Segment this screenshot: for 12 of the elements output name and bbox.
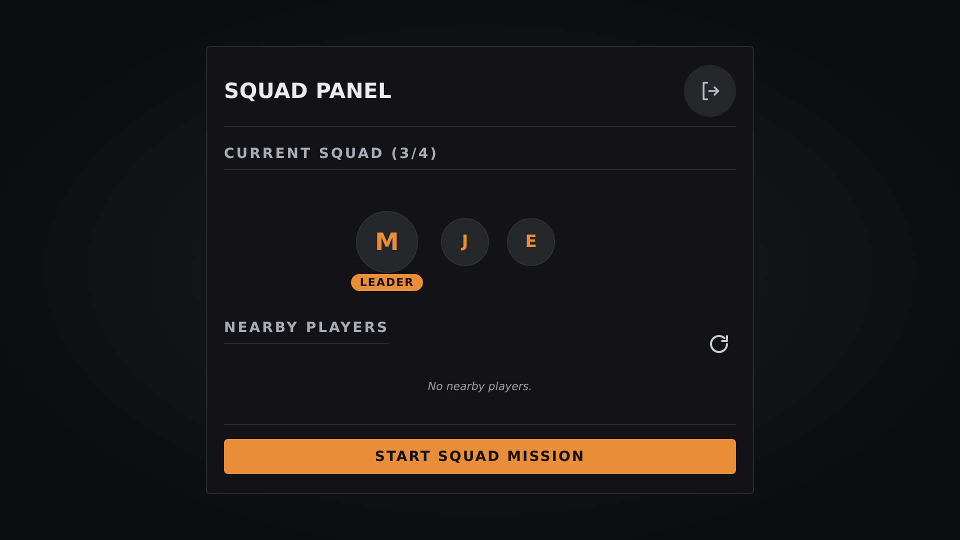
member-avatar[interactable]: E bbox=[507, 218, 556, 266]
section-heading: CURRENT SQUAD (3/4) bbox=[224, 127, 736, 170]
leave-button[interactable] bbox=[684, 65, 736, 117]
leader-badge: LEADER bbox=[350, 274, 424, 291]
panel-title: SQUAD PANEL bbox=[224, 79, 392, 103]
refresh-button[interactable] bbox=[707, 332, 731, 356]
empty-message: No nearby players. bbox=[426, 380, 534, 393]
start-mission-button[interactable]: START SQUAD MISSION bbox=[224, 439, 736, 474]
member-avatar[interactable]: J bbox=[441, 218, 490, 266]
refresh-icon bbox=[707, 332, 731, 356]
section-heading: NEARBY PLAYERS bbox=[224, 320, 390, 344]
member-avatar[interactable]: M bbox=[356, 211, 418, 273]
